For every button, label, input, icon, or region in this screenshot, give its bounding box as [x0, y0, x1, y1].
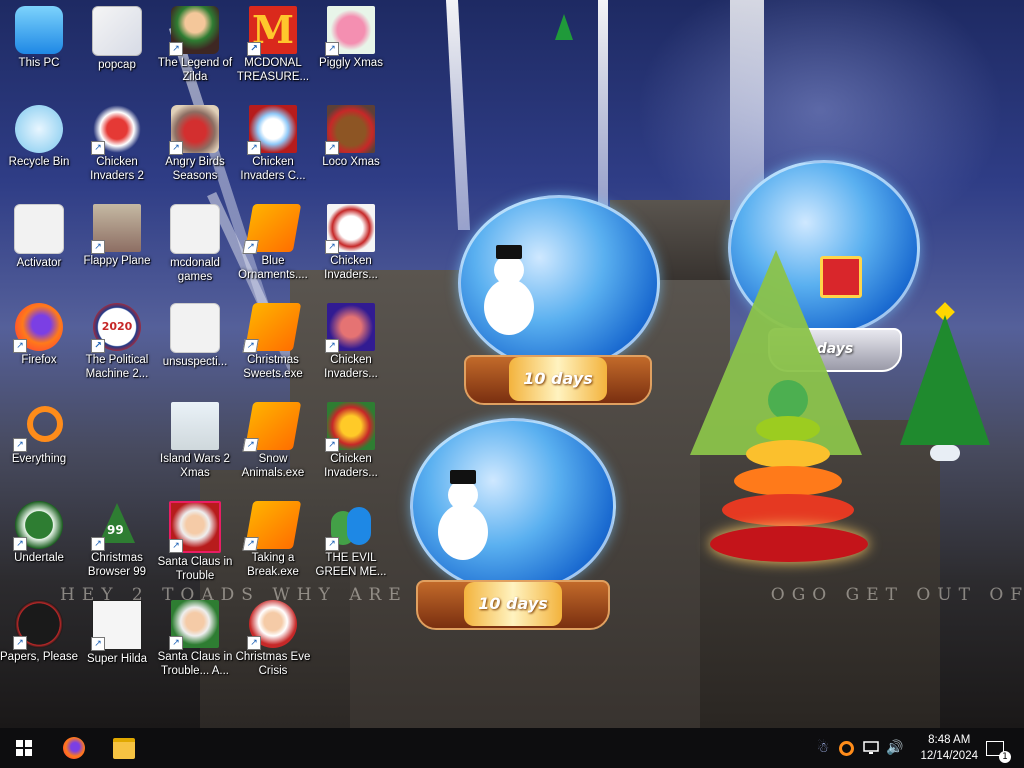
- start-button[interactable]: [0, 728, 48, 768]
- desktop-icon-snow-animals[interactable]: ↗ Snow Animals.exe: [234, 402, 312, 480]
- folder-icon: [92, 6, 142, 56]
- file-explorer-icon: [113, 737, 135, 759]
- clock[interactable]: 8:48 AM 12/14/2024: [920, 732, 978, 764]
- countdown-base: 10 days: [464, 355, 652, 405]
- taskbar-file-explorer-button[interactable]: [100, 728, 148, 768]
- desktop-icon-papers-please[interactable]: ↗ Papers, Please: [0, 600, 78, 664]
- teddy-bear-icon: ↗: [325, 105, 375, 155]
- desktop-icon-super-hilda[interactable]: ↗ Super Hilda: [78, 600, 156, 666]
- pixel-tree-icon: 99 ↗: [91, 501, 141, 551]
- snow-globe-widget[interactable]: 10 days: [410, 418, 616, 633]
- desktop-icon-undertale[interactable]: ↗ Undertale: [0, 501, 78, 565]
- firefox-icon: [63, 737, 85, 759]
- desktop-icon-flappy-plane[interactable]: ↗ Flappy Plane: [78, 204, 156, 268]
- searchlight-beam: [598, 0, 608, 210]
- exe-app-icon: ↗: [242, 402, 302, 452]
- desktop-icon-everything[interactable]: ↗ Everything: [0, 402, 78, 466]
- island-wars-icon: [171, 402, 219, 450]
- clock-date: 12/14/2024: [920, 750, 978, 762]
- undertale-icon: ↗: [13, 501, 63, 551]
- clock-time: 8:48 AM: [928, 734, 971, 746]
- tray-network-icon[interactable]: [860, 728, 882, 768]
- spiral-tree-widget[interactable]: [710, 380, 870, 570]
- desktop-icon-chicken-invaders-5[interactable]: ↗ Chicken Invaders...: [312, 402, 390, 480]
- desktop-icon-chicken-invaders-2[interactable]: ↗ Chicken Invaders 2: [78, 105, 156, 183]
- desktop-icon-political-machine[interactable]: 2020 ↗ The Political Machine 2...: [78, 303, 156, 381]
- notification-center-button[interactable]: 1: [980, 728, 1011, 768]
- taskbar-firefox-button[interactable]: [50, 728, 98, 768]
- desktop-icon-popcap[interactable]: popcap: [78, 6, 156, 72]
- desktop[interactable]: HEY 2 TOADS WHY ARE YOU DOING OGO GET OUT…: [0, 0, 1024, 728]
- snowman-icon: [480, 245, 540, 355]
- desktop-icon-angry-birds[interactable]: ↗ Angry Birds Seasons: [156, 105, 234, 183]
- chicken-icon: ↗: [325, 204, 375, 254]
- desktop-icon-santa-trouble-again[interactable]: ↗ Santa Claus in Trouble... A...: [156, 600, 234, 678]
- desktop-icon-firefox[interactable]: ↗ Firefox: [0, 303, 78, 367]
- chicken-icon: ↗: [247, 105, 297, 155]
- snow-globe-widget[interactable]: 10 days: [458, 195, 660, 410]
- exe-app-icon: ↗: [242, 204, 302, 254]
- desktop-icon-christmas-sweets[interactable]: ↗ Christmas Sweets.exe: [234, 303, 312, 381]
- desktop-icon-chicken-invaders-c[interactable]: ↗ Chicken Invaders C...: [234, 105, 312, 183]
- tray-volume-icon[interactable]: 🔊: [884, 728, 906, 768]
- political-badge-icon: 2020 ↗: [91, 303, 141, 353]
- computer-icon: [15, 6, 63, 54]
- folder-icon: [170, 204, 220, 254]
- magnifier-icon: ↗: [13, 402, 63, 452]
- pig-icon: ↗: [325, 6, 375, 56]
- desktop-icon-legend-of-zilda[interactable]: ↗ The Legend of Zilda: [156, 6, 234, 84]
- desktop-icon-chicken-invaders-3[interactable]: ↗ Chicken Invaders...: [312, 204, 390, 282]
- santa-icon: ↗: [169, 501, 221, 553]
- messenger-people-icon: ↗: [325, 501, 375, 551]
- cursor-tree-icon: [555, 14, 573, 40]
- desktop-icon-santa-trouble[interactable]: ↗ Santa Claus in Trouble: [156, 501, 234, 583]
- santa-icon: ↗: [169, 600, 219, 650]
- angry-birds-icon: ↗: [169, 105, 219, 155]
- desktop-icon-chicken-invaders-4[interactable]: ↗ Chicken Invaders...: [312, 303, 390, 381]
- pixel-character-icon: ↗: [91, 600, 142, 651]
- snowman-icon: [434, 470, 494, 580]
- desktop-icon-island-wars[interactable]: Island Wars 2 Xmas: [156, 402, 234, 480]
- christmas-tree-widget[interactable]: [900, 302, 990, 465]
- tray-search-tool-icon[interactable]: [836, 728, 856, 768]
- desktop-icon-loco-xmas[interactable]: ↗ Loco Xmas: [312, 105, 390, 169]
- santa-icon: ↗: [247, 600, 297, 650]
- desktop-icon-piggly-xmas[interactable]: ↗ Piggly Xmas: [312, 6, 390, 70]
- exe-app-icon: ↗: [242, 501, 302, 551]
- chicken-icon: ↗: [91, 105, 141, 155]
- desktop-icon-recycle-bin[interactable]: Recycle Bin: [0, 105, 78, 169]
- desktop-icon-this-pc[interactable]: This PC: [0, 6, 78, 70]
- recycle-bin-icon: [15, 105, 63, 153]
- firefox-icon: ↗: [13, 303, 63, 353]
- countdown-base: 10 days: [416, 580, 610, 630]
- folder-icon: [170, 303, 220, 353]
- folder-icon: [14, 204, 64, 254]
- zelda-character-icon: ↗: [169, 6, 219, 56]
- exe-app-icon: ↗: [242, 303, 302, 353]
- desktop-icon-christmas-eve-crisis[interactable]: ↗ Christmas Eve Crisis: [234, 600, 312, 678]
- desktop-icon-mcdonald-games[interactable]: mcdonald games: [156, 204, 234, 284]
- desktop-icon-taking-a-break[interactable]: ↗ Taking a Break.exe: [234, 501, 312, 579]
- notification-icon: 1: [986, 740, 1011, 763]
- windows-logo-icon: [16, 740, 32, 756]
- tray-people-icon[interactable]: ☃: [812, 728, 834, 768]
- desktop-icon-mcdonal-treasure[interactable]: M ↗ MCDONAL TREASURE...: [234, 6, 312, 84]
- taskbar: ☃ 🔊 8:48 AM 12/14/2024 1: [0, 728, 1024, 768]
- papers-please-icon: ↗: [13, 600, 63, 650]
- desktop-icon-unsuspecting[interactable]: unsuspecti...: [156, 303, 234, 369]
- chicken-icon: ↗: [325, 402, 375, 452]
- desktop-icon-blue-ornaments[interactable]: ↗ Blue Ornaments....: [234, 204, 312, 282]
- chicken-icon: ↗: [325, 303, 375, 353]
- desktop-icon-evil-green-me[interactable]: ↗ THE EVIL GREEN ME...: [312, 501, 390, 579]
- desktop-icon-activator[interactable]: Activator: [0, 204, 78, 270]
- mcdonalds-logo-icon: M ↗: [247, 6, 297, 56]
- desktop-icon-christmas-browser[interactable]: 99 ↗ Christmas Browser 99: [78, 501, 156, 579]
- flappy-plane-icon: ↗: [91, 204, 141, 254]
